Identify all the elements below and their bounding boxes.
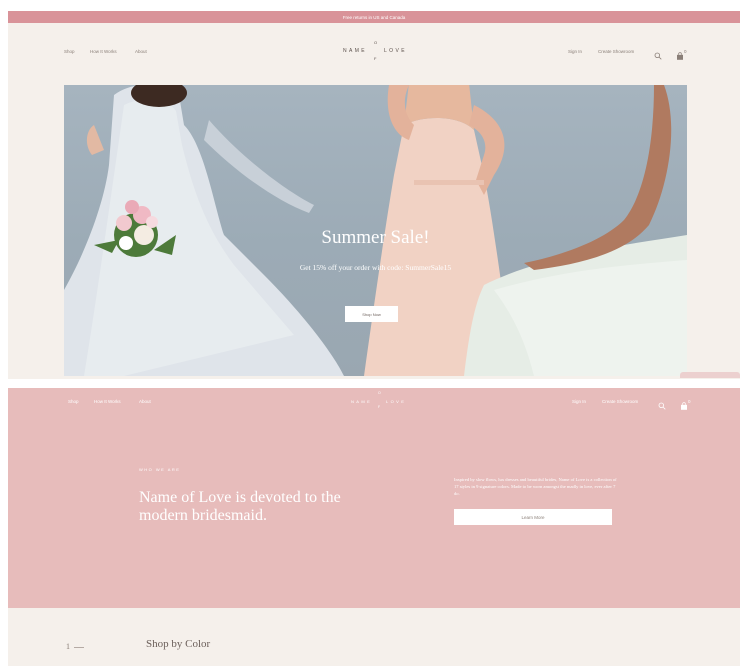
about-headline: Name of Love is devoted to the modern br…: [139, 489, 341, 524]
shopping-bag-icon[interactable]: [676, 47, 684, 60]
search-icon[interactable]: [658, 397, 666, 410]
logo-letter-top: O: [374, 40, 378, 45]
section-number-line: [74, 647, 84, 648]
nav-about-sticky[interactable]: About: [139, 399, 151, 404]
logo-letter-top: O: [378, 391, 381, 395]
announcement-text: Free returns in US and Canada: [342, 14, 406, 20]
nav-how-it-works-sticky[interactable]: How It Works: [94, 399, 121, 404]
shopping-bag-icon[interactable]: [680, 397, 688, 410]
logo-letter-bottom: F: [378, 405, 381, 409]
chat-tab[interactable]: [680, 372, 740, 378]
sign-in-link[interactable]: Sign In: [568, 49, 582, 54]
section-number: 1: [66, 642, 70, 651]
logo-word-right: LOVE: [386, 399, 407, 404]
logo-letter-bottom: F: [374, 56, 377, 61]
cart-count: 0: [684, 49, 687, 54]
divider: [0, 379, 740, 388]
shop-now-button[interactable]: Shop Now: [345, 306, 398, 322]
nav-shop[interactable]: Shop: [64, 49, 75, 54]
cart-count-sticky: 0: [688, 399, 691, 404]
logo-sticky[interactable]: NAME O F LOVE: [348, 390, 418, 412]
logo[interactable]: NAME O F LOVE: [338, 37, 414, 65]
nav-how-it-works[interactable]: How It Works: [90, 49, 117, 54]
create-showroom-link-sticky[interactable]: Create Showroom: [602, 399, 638, 404]
about-eyebrow: WHO WE ARE: [139, 467, 181, 472]
shop-by-color-section: 1 Shop by Color: [8, 608, 740, 666]
create-showroom-link[interactable]: Create Showroom: [598, 49, 634, 54]
announcement-bar: Free returns in US and Canada: [8, 11, 740, 23]
about-paragraph: Inspired by slow flows, lux dresses and …: [454, 477, 617, 496]
hero-subtitle: Get 15% off your order with code: Summer…: [299, 263, 452, 272]
logo-word-left: NAME: [343, 48, 368, 54]
learn-more-button[interactable]: Learn More: [454, 509, 612, 525]
logo-word-left: NAME: [351, 399, 373, 404]
about-section: Shop How It Works About NAME O F LOVE Si…: [8, 388, 740, 608]
search-icon[interactable]: [654, 47, 662, 60]
logo-word-right: LOVE: [384, 48, 407, 54]
nav-shop-sticky[interactable]: Shop: [68, 399, 79, 404]
sign-in-link-sticky[interactable]: Sign In: [572, 399, 586, 404]
hero-title: Summer Sale!: [321, 227, 430, 248]
section-title: Shop by Color: [146, 638, 211, 650]
hero-banner: Summer Sale! Get 15% off your order with…: [64, 85, 687, 376]
nav-about[interactable]: About: [135, 49, 147, 54]
